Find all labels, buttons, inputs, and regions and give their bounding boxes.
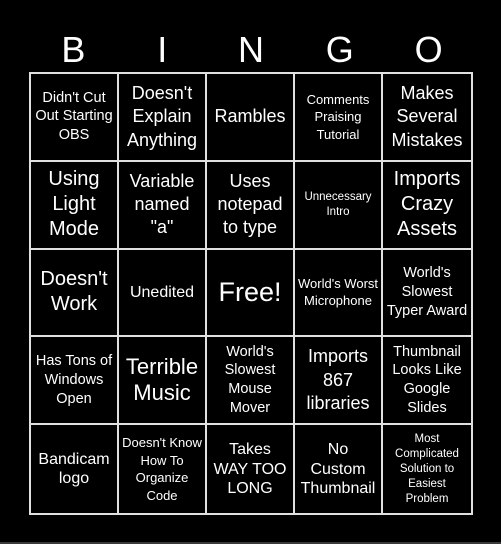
bingo-cell[interactable]: Terrible Music [119,337,207,426]
cell-text: Takes WAY TOO LONG [213,441,287,497]
bingo-header: B I N G O [29,28,473,72]
cell-text: Doesn't Explain Anything [126,82,198,150]
bingo-cell[interactable]: Makes Several Mistakes [383,74,471,162]
bingo-cell[interactable]: Has Tons of Windows Open [31,337,119,426]
cell-text: Variable named "a" [129,170,195,238]
cell-text: Imports Crazy Assets [393,168,461,241]
free-space-cell[interactable]: Free! [207,249,295,338]
bingo-cell[interactable]: Rambles [207,74,295,162]
cell-text: Comments Praising Tutorial [306,91,370,142]
cell-text: Most Complicated Solution to Easiest Pro… [395,432,459,505]
bingo-cell[interactable]: Doesn't Know How To Organize Code [119,425,207,513]
bingo-cell[interactable]: Didn't Cut Out Starting OBS [31,74,119,162]
cell-text: Rambles [214,106,286,127]
bingo-cell[interactable]: Unedited [119,249,207,338]
cell-text: Makes Several Mistakes [391,82,463,150]
bingo-cell[interactable]: Comments Praising Tutorial [295,74,383,162]
bingo-card-grid: Didn't Cut Out Starting OBS Doesn't Expl… [29,72,473,515]
cell-text: World's Worst Microphone [298,275,379,309]
cell-text: Unedited [129,283,195,301]
cell-text: World's Slowest Typer Award [386,265,468,319]
bingo-cell[interactable]: Uses notepad to type [207,161,295,250]
header-letter-b: B [61,29,86,70]
cell-text: Using Light Mode [48,168,100,241]
bingo-cell[interactable]: Most Complicated Solution to Easiest Pro… [383,425,471,513]
cell-text: Free! [218,276,282,307]
header-letter-o: O [414,29,443,70]
cell-text: Thumbnail Looks Like Google Slides [392,343,462,417]
bingo-cell[interactable]: Unnecessary Intro [295,161,383,250]
bingo-cell[interactable]: Takes WAY TOO LONG [207,425,295,513]
bingo-cell[interactable]: Imports 867 libraries [295,337,383,426]
cell-text: Unnecessary Intro [304,190,372,218]
bingo-cell[interactable]: Doesn't Work [31,249,119,338]
bingo-cell[interactable]: No Custom Thumbnail [295,425,383,513]
cell-text: Bandicam logo [38,450,110,488]
bingo-cell[interactable]: Bandicam logo [31,425,119,513]
bingo-cell[interactable]: World's Slowest Typer Award [383,249,471,338]
cell-text: Imports 867 libraries [306,346,370,413]
cell-text: Has Tons of Windows Open [35,353,113,407]
cell-text: World's Slowest Mouse Mover [224,343,276,417]
bingo-cell[interactable]: Thumbnail Looks Like Google Slides [383,337,471,426]
header-letter-n: N [237,29,264,70]
header-letter-g: G [325,29,354,70]
cell-text: Doesn't Work [40,268,108,316]
cell-text: Doesn't Know How To Organize Code [122,435,202,503]
cell-text: No Custom Thumbnail [300,441,376,497]
bingo-cell[interactable]: Variable named "a" [119,161,207,250]
bingo-cell[interactable]: World's Slowest Mouse Mover [207,337,295,426]
bingo-cell[interactable]: World's Worst Microphone [295,249,383,338]
bingo-cell[interactable]: Doesn't Explain Anything [119,74,207,162]
cell-text: Terrible Music [125,353,199,406]
cell-text: Didn't Cut Out Starting OBS [35,89,113,144]
bingo-cell[interactable]: Using Light Mode [31,161,119,250]
header-letter-i: I [157,29,168,70]
cell-text: Uses notepad to type [217,170,283,238]
bingo-cell[interactable]: Imports Crazy Assets [383,161,471,250]
